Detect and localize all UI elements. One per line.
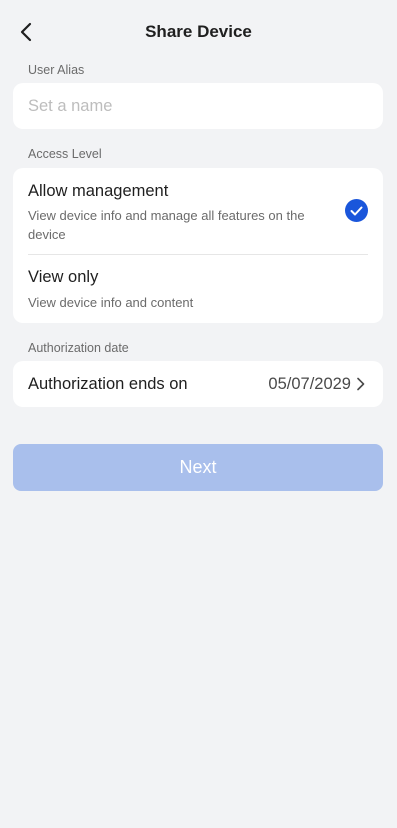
authorization-date-label: Authorization date bbox=[28, 341, 129, 355]
option-allow-management[interactable]: Allow management View device info and ma… bbox=[13, 168, 383, 254]
header: Share Device bbox=[0, 0, 397, 64]
alias-input[interactable] bbox=[28, 83, 368, 129]
checkmark-icon bbox=[345, 199, 368, 222]
option-title: View only bbox=[28, 268, 99, 286]
option-description: View device info and manage all features… bbox=[28, 208, 305, 242]
chevron-right-icon bbox=[357, 377, 365, 391]
next-button[interactable]: Next bbox=[13, 444, 383, 491]
authorization-row[interactable]: Authorization ends on 05/07/2029 bbox=[13, 361, 383, 407]
option-view-only[interactable]: View only View device info and content bbox=[13, 255, 383, 323]
access-level-label: Access Level bbox=[28, 147, 102, 161]
authorization-row-label: Authorization ends on bbox=[28, 375, 188, 393]
authorization-end-date: 05/07/2029 bbox=[268, 375, 351, 393]
option-description: View device info and content bbox=[28, 295, 194, 310]
alias-card bbox=[13, 83, 383, 129]
page-title: Share Device bbox=[145, 22, 252, 41]
user-alias-label: User Alias bbox=[28, 63, 85, 77]
access-level-card: Allow management View device info and ma… bbox=[13, 168, 383, 323]
option-title: Allow management bbox=[28, 182, 169, 200]
